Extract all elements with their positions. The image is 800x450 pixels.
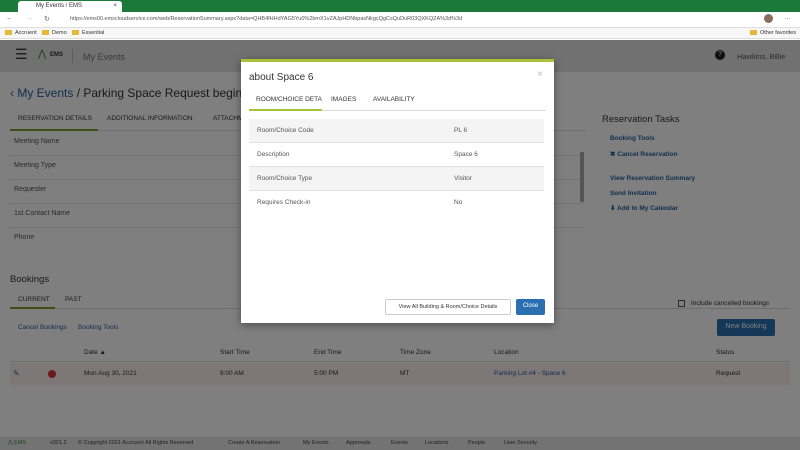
profile-avatar[interactable] bbox=[764, 14, 773, 23]
row-label: Description bbox=[257, 151, 290, 158]
forward-icon[interactable]: → bbox=[26, 15, 33, 22]
row-label: Room/Choice Type bbox=[257, 175, 313, 182]
close-icon[interactable]: × bbox=[537, 69, 543, 80]
bookmark-label: Demo bbox=[52, 30, 67, 36]
browser-tab[interactable]: My Events / EMS × bbox=[18, 1, 122, 12]
folder-icon bbox=[42, 30, 49, 36]
row-value: PL 6 bbox=[454, 127, 468, 134]
url-input[interactable]: https://ems00.emscloudservice.com/web/Re… bbox=[70, 16, 462, 22]
bookmarks-bar: Accruent Demo Essential Other favorites bbox=[0, 28, 800, 39]
close-button[interactable]: Close bbox=[516, 299, 545, 315]
folder-icon bbox=[750, 30, 757, 36]
bookmark-accruent[interactable]: Accruent bbox=[5, 30, 37, 36]
row-label: Requires Check-in bbox=[257, 199, 311, 206]
bookmark-label: Essential bbox=[82, 30, 105, 36]
bookmark-label: Other favorites bbox=[760, 30, 797, 36]
bookmark-demo[interactable]: Demo bbox=[42, 30, 67, 36]
space-details-modal: about Space 6 × ROOM/CHOICE DETA IMAGES … bbox=[241, 59, 554, 323]
folder-icon bbox=[72, 30, 79, 36]
other-favorites[interactable]: Other favorites bbox=[750, 30, 796, 36]
detail-row: Requires Check-in No bbox=[249, 191, 544, 215]
modal-tabs: ROOM/CHOICE DETA IMAGES AVAILABILITY bbox=[249, 89, 546, 111]
modal-title: about Space 6 bbox=[249, 72, 314, 83]
tab-room-choice-details[interactable]: ROOM/CHOICE DETA bbox=[249, 89, 322, 111]
row-value: Space 6 bbox=[454, 151, 478, 158]
refresh-icon[interactable]: ↻ bbox=[44, 15, 50, 23]
tab-availability[interactable]: AVAILABILITY bbox=[373, 96, 415, 103]
tab-title: My Events / EMS bbox=[36, 3, 83, 9]
back-icon[interactable]: ← bbox=[6, 15, 13, 22]
detail-row: Description Space 6 bbox=[249, 143, 544, 167]
row-value: Visitor bbox=[454, 175, 472, 182]
detail-row: Room/Choice Code PL 6 bbox=[249, 119, 544, 143]
more-icon[interactable]: … bbox=[784, 14, 791, 21]
row-value: No bbox=[454, 199, 463, 206]
close-tab-icon[interactable]: × bbox=[113, 3, 117, 9]
row-label: Room/Choice Code bbox=[257, 127, 314, 134]
detail-row: Room/Choice Type Visitor bbox=[249, 167, 544, 191]
folder-icon bbox=[5, 30, 12, 36]
view-all-details-button[interactable]: View All Building & Room/Choice Details bbox=[385, 299, 511, 315]
bookmark-label: Accruent bbox=[15, 30, 37, 36]
tab-images[interactable]: IMAGES bbox=[331, 96, 356, 103]
bookmark-essential[interactable]: Essential bbox=[72, 30, 104, 36]
